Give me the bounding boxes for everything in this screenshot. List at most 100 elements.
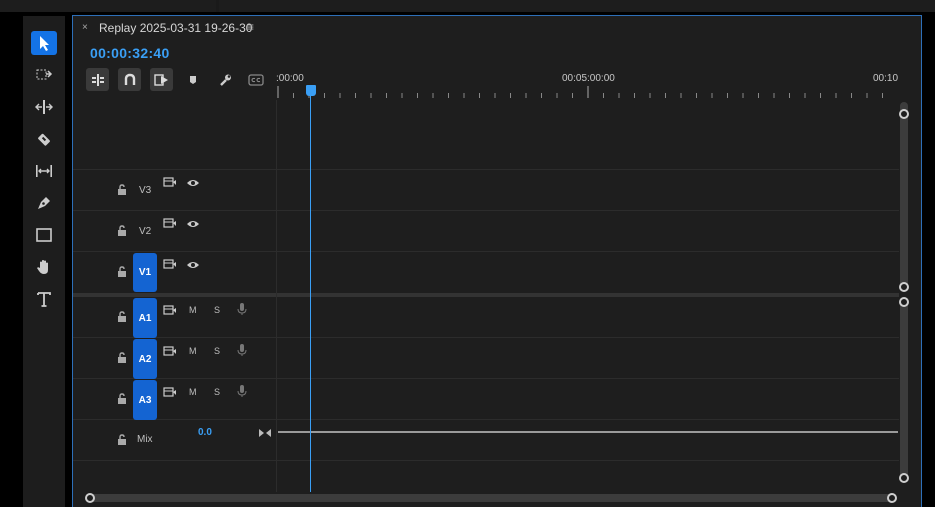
lock-icon[interactable]	[116, 266, 128, 278]
track-label-v3[interactable]: V3	[139, 185, 151, 196]
lock-icon[interactable]	[116, 311, 128, 323]
scroll-knob-bottom[interactable]	[899, 473, 909, 483]
ripple-edit-tool[interactable]	[31, 95, 57, 119]
sync-lock-icon[interactable]	[163, 304, 177, 316]
wrench-icon	[220, 74, 231, 86]
track-target-v1[interactable]: V1	[133, 253, 157, 292]
time-ruler[interactable]	[277, 86, 895, 100]
scroll-knob-bottom[interactable]	[899, 282, 909, 292]
razor-icon	[38, 133, 50, 146]
solo-button-a2[interactable]: S	[214, 346, 220, 356]
scroll-knob-left[interactable]	[85, 493, 95, 503]
top-bar-segment	[219, 0, 935, 12]
hand-tool[interactable]	[31, 255, 57, 279]
playhead-timecode[interactable]: 00:00:32:40	[90, 45, 170, 61]
track-select-icon	[36, 69, 53, 80]
track-label-v2[interactable]: V2	[139, 226, 151, 237]
track-target-a3[interactable]: A3	[133, 380, 157, 420]
type-tool[interactable]	[31, 287, 57, 311]
ruler-label-start: :00:00	[276, 73, 304, 84]
slip-icon	[36, 165, 52, 177]
magnet-icon	[124, 73, 135, 85]
track-row-v2[interactable]: V2	[73, 211, 899, 252]
sync-lock-icon[interactable]	[163, 176, 177, 188]
marker-icon	[190, 76, 196, 84]
captions-icon	[248, 74, 264, 86]
horizontal-scrollbar[interactable]	[90, 494, 892, 502]
playhead-handle[interactable]	[306, 85, 316, 96]
linked-selection-icon	[153, 73, 168, 86]
selection-tool[interactable]	[31, 31, 57, 55]
scroll-knob-top[interactable]	[899, 297, 909, 307]
linked-selection-button[interactable]	[150, 68, 173, 91]
track-row-a3[interactable]: A3 M S	[73, 379, 899, 420]
lock-icon[interactable]	[116, 352, 128, 364]
sequence-title[interactable]: Replay 2025-03-31 19-26-30	[99, 21, 252, 35]
microphone-icon[interactable]	[235, 303, 249, 315]
top-bar	[0, 0, 935, 12]
sync-lock-icon[interactable]	[163, 345, 177, 357]
hand-icon	[37, 260, 48, 274]
track-area: V3 V2 V1 A1 M S A2 M S A3 M S Mix	[73, 100, 899, 492]
type-icon	[37, 292, 51, 307]
captions-button[interactable]	[248, 72, 264, 88]
track-select-tool[interactable]	[31, 63, 57, 87]
eye-icon[interactable]	[186, 218, 200, 230]
panel-tab: × Replay 2025-03-31 19-26-30 ≡	[73, 16, 921, 40]
mix-volume-line[interactable]	[278, 431, 898, 433]
ripple-edit-icon	[35, 100, 53, 114]
scroll-knob-right[interactable]	[887, 493, 897, 503]
eye-icon[interactable]	[186, 259, 200, 271]
track-header-divider	[276, 100, 277, 492]
mute-button-a2[interactable]: M	[189, 346, 197, 356]
mix-volume-value[interactable]: 0.0	[198, 427, 212, 438]
go-to-edit-icon[interactable]	[258, 427, 272, 439]
track-target-a1[interactable]: A1	[133, 298, 157, 338]
rectangle-icon	[36, 228, 52, 242]
top-bar-segment	[0, 0, 216, 12]
microphone-icon[interactable]	[235, 385, 249, 397]
pen-tool[interactable]	[31, 191, 57, 215]
audio-vertical-scrollbar[interactable]	[900, 298, 908, 482]
microphone-icon[interactable]	[235, 344, 249, 356]
sync-lock-icon[interactable]	[163, 258, 177, 270]
eye-icon[interactable]	[186, 177, 200, 189]
sync-lock-icon[interactable]	[163, 386, 177, 398]
lock-icon[interactable]	[116, 184, 128, 196]
timeline-panel: × Replay 2025-03-31 19-26-30 ≡ 00:00:32:…	[72, 15, 922, 507]
rectangle-tool[interactable]	[31, 223, 57, 247]
timeline-settings-button[interactable]	[217, 72, 233, 88]
track-row-a2[interactable]: A2 M S	[73, 338, 899, 379]
solo-button-a1[interactable]: S	[214, 305, 220, 315]
panel-menu-icon[interactable]: ≡	[247, 20, 254, 34]
lock-icon[interactable]	[116, 225, 128, 237]
insert-overwrite-icon	[91, 73, 104, 86]
mute-button-a3[interactable]: M	[189, 387, 197, 397]
arrow-icon	[40, 36, 49, 51]
close-tab-button[interactable]: ×	[82, 22, 88, 33]
snap-button[interactable]	[118, 68, 141, 91]
tools-panel	[23, 16, 65, 507]
empty-video-space	[73, 100, 899, 170]
scroll-knob-top[interactable]	[899, 109, 909, 119]
track-target-a2[interactable]: A2	[133, 339, 157, 379]
mute-button-a1[interactable]: M	[189, 305, 197, 315]
track-row-v1[interactable]: V1	[73, 252, 899, 293]
ruler-label-mid: 00:05:00:00	[562, 73, 615, 84]
pen-icon	[38, 197, 50, 209]
ruler-label-end: 00:10	[873, 73, 899, 84]
add-marker-button[interactable]	[185, 72, 201, 88]
video-vertical-scrollbar[interactable]	[900, 102, 908, 288]
track-row-a1[interactable]: A1 M S	[73, 297, 899, 338]
track-row-mix[interactable]: Mix	[73, 420, 899, 461]
nest-sequence-button[interactable]	[86, 68, 109, 91]
razor-tool[interactable]	[31, 127, 57, 151]
lock-icon[interactable]	[116, 434, 128, 446]
track-label-mix: Mix	[137, 434, 153, 445]
sync-lock-icon[interactable]	[163, 217, 177, 229]
slip-tool[interactable]	[31, 159, 57, 183]
playhead-line[interactable]	[310, 94, 311, 492]
lock-icon[interactable]	[116, 393, 128, 405]
track-row-v3[interactable]: V3	[73, 170, 899, 211]
solo-button-a3[interactable]: S	[214, 387, 220, 397]
